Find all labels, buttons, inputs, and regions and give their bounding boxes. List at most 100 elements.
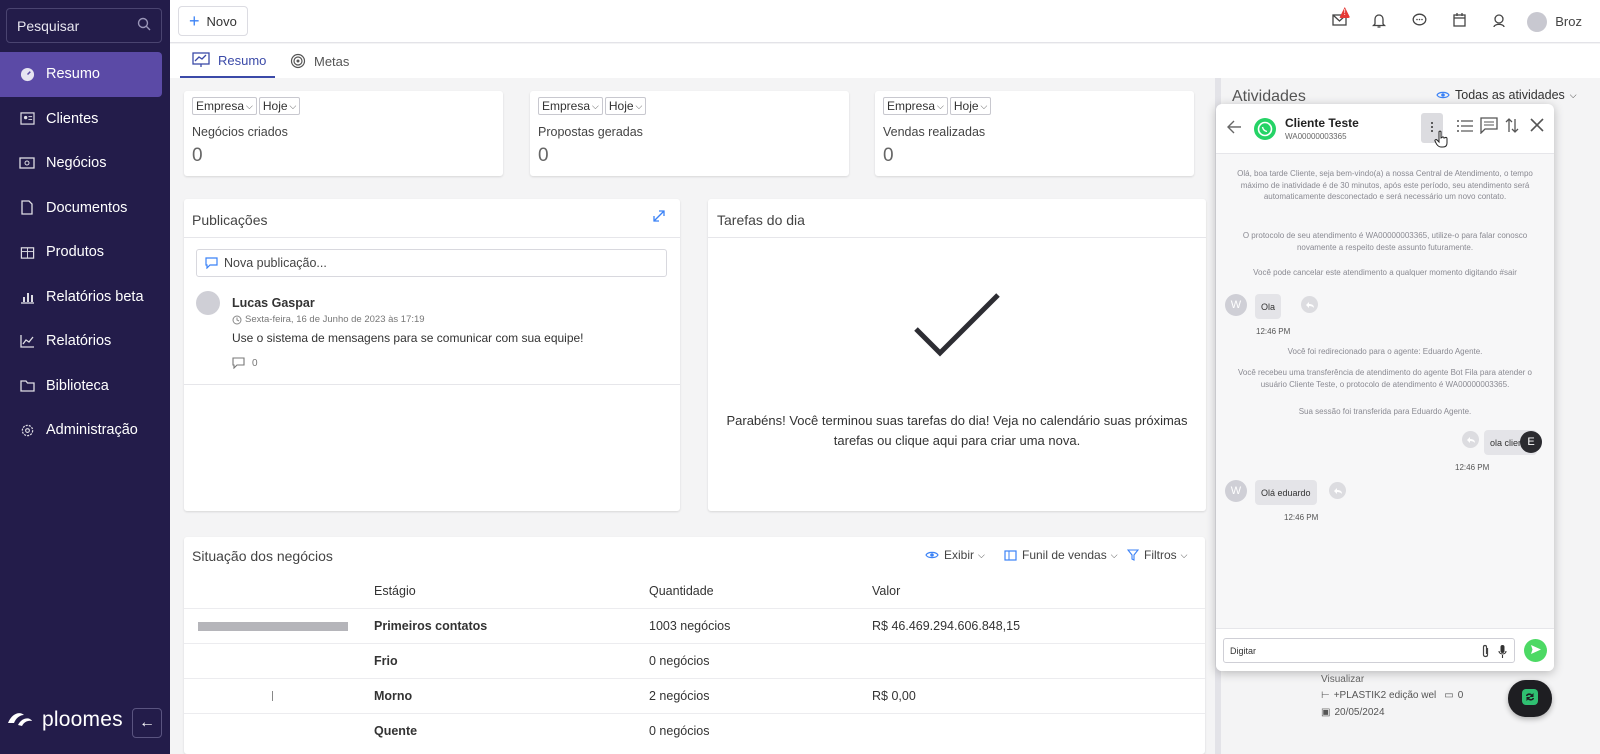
period-select[interactable]: Hoje ⌵: [949, 97, 992, 115]
system-message: Sua sessão foi transferida para Eduardo …: [1298, 407, 1472, 416]
microphone-icon[interactable]: [1498, 644, 1507, 661]
new-publication-input[interactable]: Nova publicação...: [196, 249, 667, 277]
checkmark-icon: [912, 291, 1002, 364]
system-message: Você recebeu uma transferência de atendi…: [1238, 368, 1532, 389]
sidebar-item-produtos[interactable]: Produtos: [0, 230, 170, 275]
sidebar-item-documentos[interactable]: Documentos: [0, 186, 170, 231]
new-publication-placeholder: Nova publicação...: [224, 256, 327, 270]
post-comments-count: 0: [252, 357, 258, 369]
metric-label: Negócios criados: [192, 125, 288, 139]
table-row[interactable]: Morno 2 negócios R$ 0,00: [184, 678, 1205, 713]
stage-bar: [272, 691, 273, 701]
client-avatar: W: [1225, 480, 1247, 502]
sidebar-item-label: Documentos: [46, 199, 128, 216]
reply-icon[interactable]: [1301, 296, 1318, 313]
notifications-button[interactable]: [1359, 0, 1399, 43]
table-row[interactable]: Primeiros contatos 1003 negócios R$ 46.4…: [184, 608, 1205, 643]
bell-icon: [1372, 13, 1387, 31]
period-select[interactable]: Hoje ⌵: [604, 97, 647, 115]
stage-qty: 0 negócios: [649, 724, 710, 738]
target-icon: [290, 53, 306, 69]
sidebar-item-clientes[interactable]: Clientes: [0, 97, 170, 142]
company-select[interactable]: Empresa ⌵: [538, 97, 603, 115]
system-message: Olá, boa tarde Cliente, seja bem-vindo(a…: [1237, 169, 1533, 201]
reply-icon[interactable]: [1462, 431, 1479, 448]
column-header: Quantidade: [649, 583, 714, 598]
company-select[interactable]: Empresa ⌵: [883, 97, 948, 115]
search-input[interactable]: Pesquisar: [6, 8, 162, 43]
company-select[interactable]: Empresa ⌵: [192, 97, 257, 115]
post-comments-button[interactable]: 0: [232, 357, 258, 369]
stage-bar: [198, 622, 348, 631]
show-dropdown[interactable]: Exibir ⌵: [925, 548, 985, 562]
contact-name: Cliente Teste: [1285, 116, 1359, 130]
metric-card-deals-created: Empresa ⌵ Hoje ⌵ Negócios criados 0: [184, 91, 503, 176]
paperclip-icon[interactable]: [1481, 644, 1490, 661]
show-label: Exibir: [944, 548, 975, 562]
chevron-down-icon: ⌵: [635, 100, 643, 111]
support-button[interactable]: [1479, 0, 1519, 43]
sidebar-item-administracao[interactable]: Administração: [0, 408, 170, 453]
chat-button[interactable]: [1399, 0, 1439, 43]
activity-date: 20/05/2024: [1334, 707, 1385, 718]
sync-button[interactable]: [1508, 680, 1552, 717]
sidebar-item-resumo[interactable]: Resumo: [0, 52, 162, 97]
calendar-button[interactable]: [1439, 0, 1479, 43]
activity-comments: 0: [1457, 690, 1464, 701]
activities-filter[interactable]: Todas as atividades ⌵: [1436, 88, 1577, 102]
list-icon[interactable]: [1456, 118, 1474, 137]
system-message: Você pode cancelar este atendimento a qu…: [1253, 268, 1517, 277]
collapse-sidebar-button[interactable]: ←: [132, 708, 162, 738]
tab-label: Resumo: [218, 52, 267, 68]
chevron-down-icon: ⌵: [1569, 89, 1577, 100]
expand-icon[interactable]: [652, 209, 666, 226]
send-icon: [1530, 643, 1542, 658]
send-button[interactable]: [1524, 639, 1547, 662]
stage-qty: 0 negócios: [649, 654, 710, 668]
activity-deal-name: +PLASTIK2 edição wel: [1333, 690, 1437, 701]
sidebar-item-relatorios-beta[interactable]: Relatórios beta: [0, 275, 170, 320]
table-row[interactable]: Quente 0 negócios: [184, 713, 1205, 748]
sidebar-item-negocios[interactable]: Negócios: [0, 141, 170, 186]
clock-icon: [232, 315, 242, 325]
metric-value: 0: [883, 145, 894, 166]
activity-date-row: ▣ 20/05/2024: [1321, 707, 1385, 718]
stage-qty: 2 negócios: [649, 689, 710, 703]
panel-scrollbar[interactable]: [1588, 78, 1598, 754]
chat-bubble-icon: [1412, 13, 1427, 30]
activity-deal-row[interactable]: ⊢ +PLASTIK2 edição wel ▭ 0: [1321, 690, 1463, 701]
filters-label: Filtros: [1144, 548, 1177, 562]
activity-view-link[interactable]: Visualizar: [1321, 674, 1364, 685]
funnel-label: Funil de vendas: [1022, 548, 1107, 562]
message-icon[interactable]: [1480, 117, 1498, 137]
funnel-dropdown[interactable]: Funil de vendas ⌵: [1004, 548, 1118, 562]
money-icon: [19, 155, 35, 171]
post-text: Use o sistema de mensagens para se comun…: [232, 331, 584, 345]
table-row[interactable]: Frio 0 negócios: [184, 643, 1205, 678]
filters-dropdown[interactable]: Filtros ⌵: [1127, 548, 1188, 562]
reply-icon[interactable]: [1329, 482, 1346, 499]
user-name: Broz: [1555, 14, 1582, 29]
new-button[interactable]: + Novo: [178, 6, 248, 36]
post-author-avatar: [196, 291, 220, 315]
transfer-icon[interactable]: [1505, 117, 1519, 137]
user-menu[interactable]: Broz: [1519, 11, 1600, 32]
tab-metas[interactable]: Metas: [290, 44, 349, 78]
sidebar-item-relatorios[interactable]: Relatórios: [0, 319, 170, 364]
stage-qty: 1003 negócios: [649, 619, 731, 633]
message-input[interactable]: Digitar: [1223, 638, 1515, 663]
brand-name: ploomes: [42, 708, 123, 731]
sidebar-item-label: Resumo: [46, 66, 100, 83]
tab-resumo[interactable]: Resumo: [180, 44, 275, 78]
sidebar-item-biblioteca[interactable]: Biblioteca: [0, 364, 170, 409]
close-icon[interactable]: [1530, 118, 1544, 135]
chevron-down-icon: ⌵: [592, 100, 599, 111]
sidebar-item-label: Clientes: [46, 110, 99, 127]
tasks-message[interactable]: Parabéns! Você terminou suas tarefas do …: [708, 411, 1206, 451]
back-arrow-icon[interactable]: [1226, 120, 1242, 137]
incoming-message: Olá eduardo: [1255, 480, 1317, 505]
mail-button[interactable]: !: [1319, 0, 1359, 43]
period-select[interactable]: Hoje ⌵: [258, 97, 301, 115]
new-button-label: Novo: [206, 13, 237, 29]
metric-card-proposals: Empresa ⌵ Hoje ⌵ Propostas geradas 0: [530, 91, 849, 176]
